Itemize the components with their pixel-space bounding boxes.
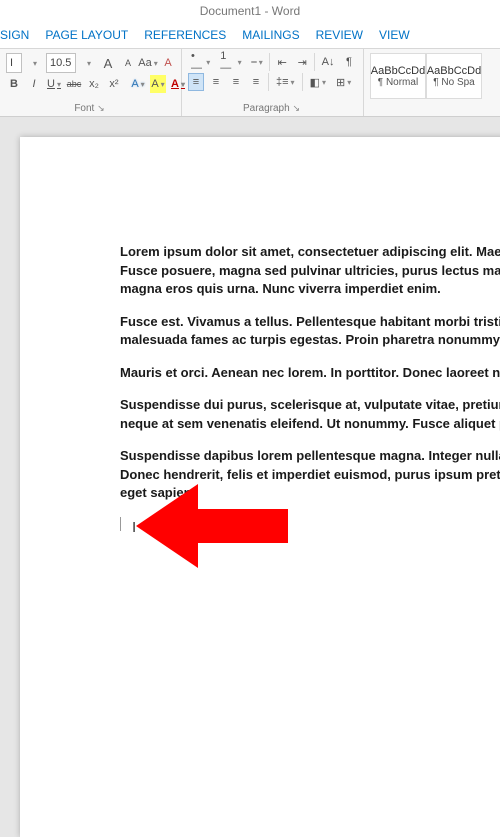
insertion-point[interactable]: I [120,517,500,535]
shrink-font-button[interactable]: A [120,54,136,72]
tab-mailings[interactable]: MAILINGS [242,28,299,42]
body-text[interactable]: Suspendisse dui purus, scelerisque at, v… [120,396,500,433]
ribbon-tabs: SIGN PAGE LAYOUT REFERENCES MAILINGS REV… [0,22,500,49]
body-text[interactable]: Lorem ipsum dolor sit amet, consectetuer… [120,243,500,299]
tab-view[interactable]: VIEW [379,28,410,42]
align-left-button[interactable]: ≡ [188,73,204,91]
tab-references[interactable]: REFERENCES [144,28,226,42]
superscript-button[interactable]: x² [106,75,122,93]
style-name: ¶ No Spa [433,77,475,88]
text-caret-icon [120,517,121,531]
style-name: ¶ Normal [378,77,418,88]
font-dialog-launcher-icon[interactable]: ↘ [97,103,107,113]
grow-font-button[interactable]: A [100,54,116,72]
justify-button[interactable]: ≡ [248,73,264,91]
align-right-button[interactable]: ≡ [228,73,244,91]
bullets-button[interactable]: •— [188,53,213,71]
tab-page-layout[interactable]: PAGE LAYOUT [45,28,128,42]
change-case-button[interactable]: Aa [140,54,156,72]
style-sample: AaBbCcDd [427,65,481,77]
group-paragraph: •— 1— ⎯ ⇤ ⇥ A↓ ¶ ≡ ≡ ≡ ≡ ‡≡ ◧ ⊞ [182,49,364,116]
highlight-button[interactable]: A [150,75,166,93]
font-name-combo[interactable] [6,53,22,73]
ibeam-cursor-icon: I [132,519,136,536]
borders-button[interactable]: ⊞ [333,73,354,91]
group-styles: AaBbCcDd ¶ Normal AaBbCcDd ¶ No Spa [364,49,500,116]
separator [269,53,270,71]
increase-indent-button[interactable]: ⇥ [294,53,310,71]
font-label: Font [74,103,94,114]
align-center-button[interactable]: ≡ [208,73,224,91]
window-title: Document1 - Word [200,4,300,18]
numbering-button[interactable]: 1— [217,53,244,71]
group-label-font: Font ↘ [6,101,175,114]
separator [302,73,303,91]
title-bar: Document1 - Word [0,0,500,22]
group-font: A A Aa A B I U abc x₂ x² A A A Font ↘ [0,49,182,116]
separator [268,73,269,91]
group-label-paragraph: Paragraph ↘ [188,101,357,114]
show-marks-button[interactable]: ¶ [341,53,357,71]
style-no-spacing[interactable]: AaBbCcDd ¶ No Spa [426,53,482,99]
font-size-dropdown-icon[interactable] [80,54,96,72]
italic-button[interactable]: I [26,75,42,93]
subscript-button[interactable]: x₂ [86,75,102,93]
paragraph-dialog-launcher-icon[interactable]: ↘ [292,103,302,113]
document-canvas[interactable]: Lorem ipsum dolor sit amet, consectetuer… [0,117,500,630]
font-name-dropdown-icon[interactable] [26,54,42,72]
ribbon: A A Aa A B I U abc x₂ x² A A A Font ↘ [0,49,500,117]
paragraph-label: Paragraph [243,103,290,114]
font-size-combo[interactable] [46,53,76,73]
body-text[interactable]: Suspendisse dapibus lorem pellentesque m… [120,447,500,503]
page[interactable]: Lorem ipsum dolor sit amet, consectetuer… [20,137,500,837]
bold-button[interactable]: B [6,75,22,93]
tab-design[interactable]: SIGN [0,28,29,42]
style-sample: AaBbCcDd [371,65,425,77]
shading-button[interactable]: ◧ [307,73,329,91]
sort-button[interactable]: A↓ [319,53,337,71]
body-text[interactable]: Fusce est. Vivamus a tellus. Pellentesqu… [120,313,500,350]
line-spacing-button[interactable]: ‡≡ [273,73,298,91]
clear-formatting-button[interactable]: A [160,54,176,72]
decrease-indent-button[interactable]: ⇤ [274,53,290,71]
underline-button[interactable]: U [46,75,62,93]
strikethrough-button[interactable]: abc [66,75,82,93]
tab-review[interactable]: REVIEW [316,28,363,42]
style-normal[interactable]: AaBbCcDd ¶ Normal [370,53,426,99]
multilevel-list-button[interactable]: ⎯ [249,53,266,71]
text-effects-button[interactable]: A [130,75,146,93]
body-text[interactable]: Mauris et orci. Aenean nec lorem. In por… [120,364,500,383]
separator [314,53,315,71]
